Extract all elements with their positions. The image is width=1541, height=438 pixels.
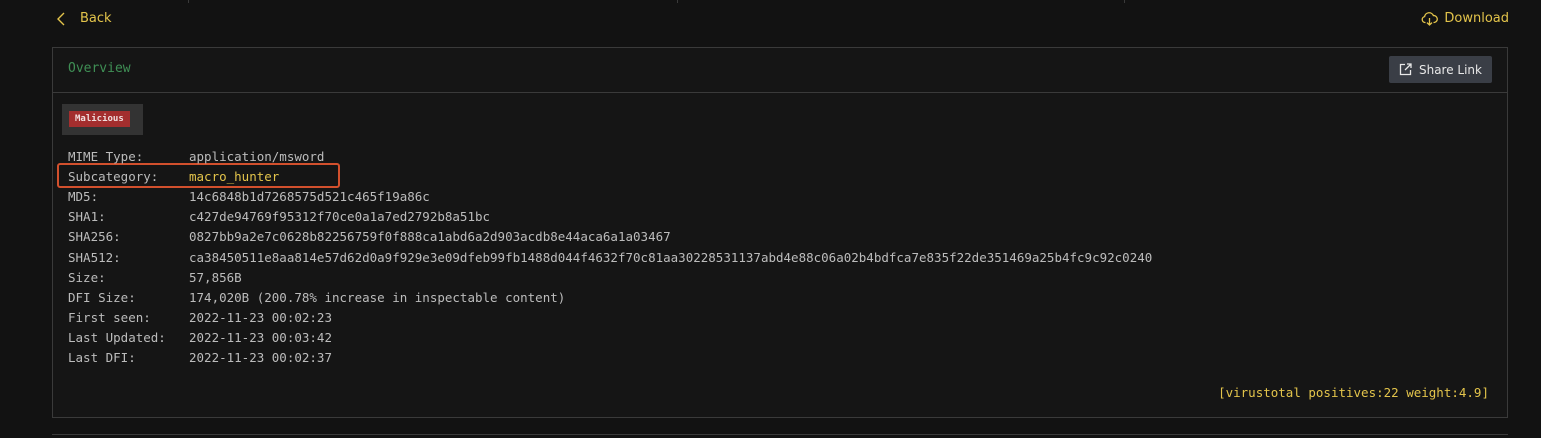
detail-row-sha512: SHA512: ca38450511e8aa814e57d62d0a9f929e… xyxy=(68,247,1152,267)
detail-key: First seen: xyxy=(68,310,151,326)
external-link-icon xyxy=(1399,63,1412,76)
detail-key: SHA512: xyxy=(68,249,121,265)
back-label: Back xyxy=(80,11,112,26)
detail-value: macro_hunter xyxy=(189,168,280,184)
detail-row-sha256: SHA256: 0827bb9a2e7c0628b82256759f0f888c… xyxy=(68,227,1152,247)
detail-key: Last Updated: xyxy=(68,330,166,346)
verdict-badge-container: Malicious xyxy=(62,104,143,135)
panel-header: Overview Share Link xyxy=(53,48,1507,93)
detail-key: SHA1: xyxy=(68,209,106,225)
download-label: Download xyxy=(1444,11,1509,26)
detail-key: Subcategory: xyxy=(68,168,159,184)
back-button[interactable]: Back xyxy=(56,11,112,26)
top-divider xyxy=(52,0,1509,3)
detail-row-last-updated: Last Updated: 2022-11-23 00:03:42 xyxy=(68,328,1152,348)
detail-row-subcategory: Subcategory: macro_hunter xyxy=(68,166,1152,186)
share-link-label: Share Link xyxy=(1418,62,1482,77)
detail-value: 2022-11-23 00:02:23 xyxy=(189,310,332,326)
file-details: MIME Type: application/msword Subcategor… xyxy=(68,146,1152,368)
detail-key: MIME Type: xyxy=(68,148,144,164)
detail-value: 14c6848b1d7268575d521c465f19a86c xyxy=(189,188,430,204)
detail-value: application/msword xyxy=(189,148,325,164)
detail-row-md5: MD5: 14c6848b1d7268575d521c465f19a86c xyxy=(68,186,1152,206)
cloud-download-icon xyxy=(1421,12,1439,26)
detail-value: 2022-11-23 00:03:42 xyxy=(189,330,332,346)
detail-row-last-dfi: Last DFI: 2022-11-23 00:02:37 xyxy=(68,348,1152,368)
detail-row-sha1: SHA1: c427de94769f95312f70ce0a1a7ed2792b… xyxy=(68,207,1152,227)
detail-key: SHA256: xyxy=(68,229,121,245)
download-button[interactable]: Download xyxy=(1421,11,1509,26)
status-badge: Malicious xyxy=(69,111,130,127)
chevron-left-icon xyxy=(57,12,65,25)
detail-value: 2022-11-23 00:02:37 xyxy=(189,350,332,366)
bottom-divider xyxy=(52,434,1508,435)
detail-row-mime-type: MIME Type: application/msword xyxy=(68,146,1152,166)
detail-key: MD5: xyxy=(68,188,99,204)
detail-value: 174,020B (200.78% increase in inspectabl… xyxy=(189,289,566,305)
detail-key: Last DFI: xyxy=(68,350,136,366)
detail-value: ca38450511e8aa814e57d62d0a9f929e3e09dfeb… xyxy=(189,249,1153,265)
panel-title: Overview xyxy=(68,61,131,76)
detail-row-size: Size: 57,856B xyxy=(68,267,1152,287)
share-link-button[interactable]: Share Link xyxy=(1388,56,1492,83)
detail-value: 57,856B xyxy=(189,269,242,285)
detail-row-dfi-size: DFI Size: 174,020B (200.78% increase in … xyxy=(68,287,1152,307)
detail-row-first-seen: First seen: 2022-11-23 00:02:23 xyxy=(68,308,1152,328)
virustotal-summary: [virustotal positives:22 weight:4.9] xyxy=(1218,385,1489,400)
detail-value: 0827bb9a2e7c0628b82256759f0f888ca1abd6a2… xyxy=(189,229,671,245)
detail-key: DFI Size: xyxy=(68,289,136,305)
overview-panel: Overview Share Link Malicious MIME Type:… xyxy=(52,47,1508,418)
detail-value: c427de94769f95312f70ce0a1a7ed2792b8a51bc xyxy=(189,209,491,225)
detail-key: Size: xyxy=(68,269,106,285)
